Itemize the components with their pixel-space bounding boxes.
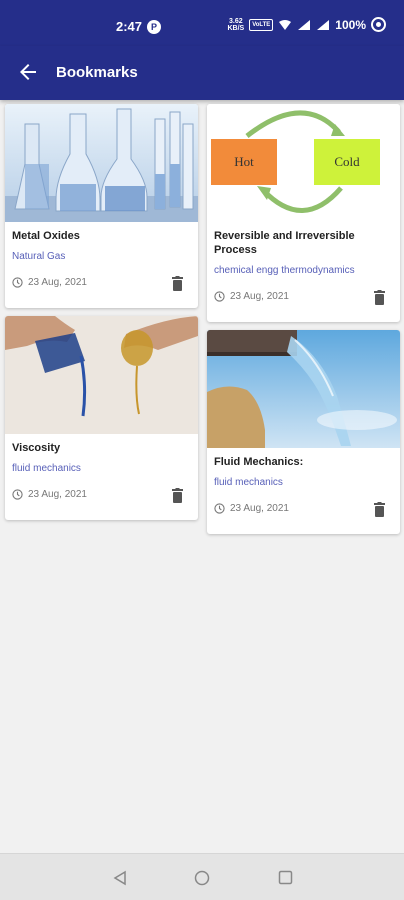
card-date-text: 23 Aug, 2021: [28, 277, 87, 288]
cold-label: Cold: [334, 154, 360, 169]
clock-icon: [214, 291, 225, 302]
nav-recents-icon[interactable]: [278, 870, 293, 885]
card-date-text: 23 Aug, 2021: [230, 291, 289, 302]
bookmark-card[interactable]: Viscosity fluid mechanics 23 Aug, 2021: [5, 316, 198, 520]
card-image-hot-cold-diagram: Hot Cold: [207, 104, 400, 222]
status-icons: 3.62 KB/S VoLTE 100%: [227, 17, 386, 32]
nav-home-icon[interactable]: [194, 870, 210, 886]
status-time: 2:47: [116, 19, 143, 34]
card-subject[interactable]: Natural Gas: [12, 251, 65, 262]
clock-icon: [214, 503, 225, 514]
trash-icon[interactable]: [373, 290, 386, 305]
card-subject[interactable]: fluid mechanics: [214, 477, 283, 488]
nav-back-icon[interactable]: [112, 870, 128, 886]
battery-percent: 100%: [335, 17, 366, 32]
trash-icon[interactable]: [373, 502, 386, 517]
card-date: 23 Aug, 2021: [12, 489, 87, 500]
page-title: Bookmarks: [56, 64, 138, 81]
signal-icon-2: [317, 19, 330, 30]
notification-icon: P: [147, 20, 161, 34]
signal-icon: [298, 19, 311, 30]
card-date: 23 Aug, 2021: [12, 277, 87, 288]
card-date-text: 23 Aug, 2021: [230, 503, 289, 514]
bookmark-card[interactable]: Hot Cold Reversible and Irreversible Pro…: [207, 104, 400, 322]
card-image-water-pipe: [207, 330, 400, 448]
network-speed: 3.62 KB/S: [227, 17, 245, 32]
clock-icon: [12, 277, 23, 288]
card-date: 23 Aug, 2021: [214, 503, 289, 514]
bookmark-card[interactable]: Fluid Mechanics: fluid mechanics 23 Aug,…: [207, 330, 400, 534]
app-bar: Bookmarks: [0, 46, 404, 100]
volte-icon: VoLTE: [249, 18, 274, 31]
status-bar: 2:47 P 3.62 KB/S VoLTE 100%: [0, 0, 404, 46]
hot-label: Hot: [234, 154, 254, 169]
card-title: Reversible and Irreversible Process: [214, 230, 355, 256]
card-date: 23 Aug, 2021: [214, 291, 289, 302]
clock-icon: [12, 489, 23, 500]
card-image-lab-glassware: [5, 104, 198, 222]
trash-icon[interactable]: [171, 276, 184, 291]
card-title: Metal Oxides: [12, 230, 80, 242]
bookmark-card[interactable]: Metal Oxides Natural Gas 23 Aug, 2021: [5, 104, 198, 308]
card-date-text: 23 Aug, 2021: [28, 489, 87, 500]
system-nav-bar: [0, 853, 404, 900]
battery-icon: [371, 17, 386, 32]
arrow-left-icon[interactable]: [16, 60, 40, 84]
card-subject[interactable]: chemical engg thermodynamics: [214, 265, 355, 276]
card-subject[interactable]: fluid mechanics: [12, 463, 81, 474]
card-title: Viscosity: [12, 442, 61, 454]
card-image-pouring-liquids: [5, 316, 198, 434]
wifi-icon: [279, 19, 292, 30]
card-title: Fluid Mechanics:: [214, 456, 304, 468]
trash-icon[interactable]: [171, 488, 184, 503]
